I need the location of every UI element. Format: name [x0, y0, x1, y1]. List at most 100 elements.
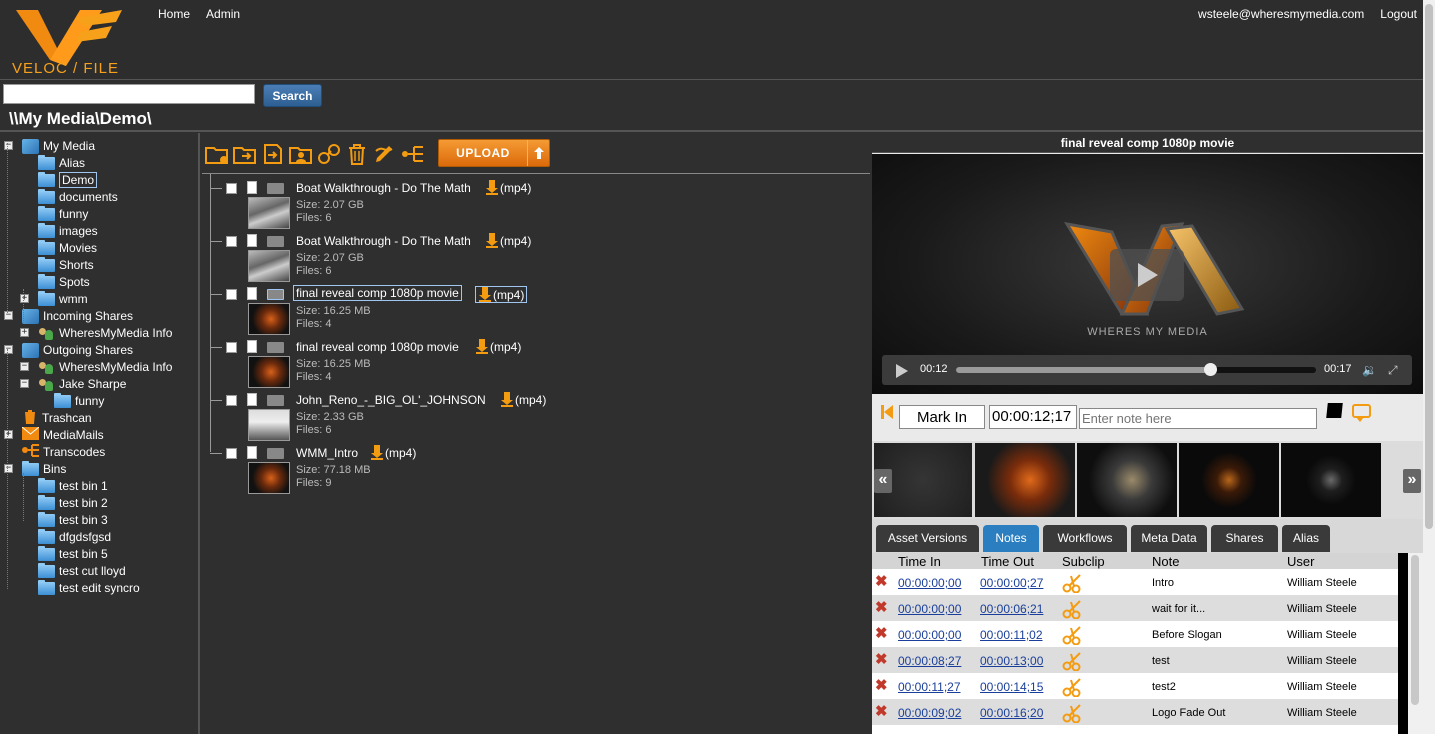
tree-item[interactable]: test cut lloyd [38, 562, 126, 579]
tree-item[interactable]: Demo [38, 171, 98, 188]
tab-workflows[interactable]: Workflows [1043, 525, 1127, 552]
tree-item[interactable]: test bin 3 [38, 511, 108, 528]
tree-item[interactable]: Outgoing Shares [22, 342, 133, 358]
tree-item[interactable]: Alias [38, 154, 85, 171]
file-item[interactable]: final reveal comp 1080p movie (mp4) Size: … [210, 337, 850, 390]
search-button[interactable]: Search [263, 84, 322, 107]
filmstrip-frame[interactable] [975, 443, 1075, 517]
file-name[interactable]: Boat Walkthrough - Do The Math [296, 181, 471, 195]
user-folder-icon[interactable] [289, 141, 313, 167]
delete-note-icon[interactable]: ✖ [875, 574, 889, 589]
time-in-link[interactable]: 00:00:00;00 [898, 576, 961, 590]
rename-icon[interactable] [373, 141, 397, 167]
tree-item[interactable]: Incoming Shares [22, 308, 133, 324]
tab-alias[interactable]: Alias [1282, 525, 1330, 552]
tree-item[interactable]: MediaMails [21, 426, 104, 443]
download-link[interactable]: (mp4) [485, 180, 531, 195]
file-checkbox[interactable] [226, 289, 237, 300]
tree-expander-icon[interactable]: + [20, 328, 29, 337]
seek-handle[interactable] [1204, 363, 1218, 376]
fullscreen-icon[interactable]: ⤢ [1388, 363, 1401, 377]
file-item[interactable]: Boat Walkthrough - Do The Math (mp4) Size:… [210, 178, 850, 231]
time-out-link[interactable]: 00:00:14;15 [980, 680, 1043, 694]
logout-link[interactable]: Logout [1380, 7, 1417, 21]
tree-item[interactable]: My Media [22, 138, 95, 154]
tree-item[interactable]: WheresMyMedia Info [38, 359, 172, 375]
envelope-icon[interactable] [267, 342, 284, 353]
nav-home-link[interactable]: Home [158, 7, 190, 21]
file-name[interactable]: John_Reno_-_BIG_OL'_JOHNSON [296, 393, 486, 407]
scissors-icon[interactable] [1062, 573, 1084, 593]
workflow-icon[interactable] [401, 141, 425, 167]
nav-admin-link[interactable]: Admin [206, 7, 240, 21]
tree-item[interactable]: test bin 2 [38, 494, 108, 511]
tree-item[interactable]: Bins [22, 460, 66, 477]
time-in-link[interactable]: 00:00:09;02 [898, 706, 961, 720]
tree-item[interactable]: Spots [38, 273, 90, 290]
copy-folder-icon[interactable] [233, 141, 257, 167]
time-out-link[interactable]: 00:00:13;00 [980, 654, 1043, 668]
envelope-icon[interactable] [267, 448, 284, 459]
page-scroll-thumb[interactable] [1425, 4, 1433, 529]
scissors-icon[interactable] [1062, 703, 1084, 723]
upload-button[interactable]: UPLOAD [438, 139, 550, 167]
tree-expander-icon[interactable]: + [20, 294, 29, 303]
scissors-icon[interactable] [1062, 599, 1084, 619]
file-checkbox[interactable] [226, 448, 237, 459]
file-thumbnail[interactable] [248, 462, 290, 494]
file-checkbox[interactable] [226, 342, 237, 353]
tree-expander-icon[interactable]: − [4, 464, 13, 473]
filmstrip-frame[interactable] [1179, 443, 1279, 517]
time-in-link[interactable]: 00:00:11;27 [898, 680, 961, 694]
tab-asset-versions[interactable]: Asset Versions [876, 525, 979, 552]
file-item[interactable]: final reveal comp 1080p movie (mp4) Size: … [210, 284, 850, 337]
page-scrollbar[interactable] [1423, 0, 1435, 734]
tab-shares[interactable]: Shares [1211, 525, 1278, 552]
file-thumbnail[interactable] [248, 197, 290, 229]
time-out-link[interactable]: 00:00:00;27 [980, 576, 1043, 590]
download-link[interactable]: (mp4) [475, 339, 521, 354]
tree-item[interactable]: Shorts [38, 256, 94, 273]
mark-in-icon[interactable] [881, 405, 893, 419]
envelope-icon[interactable] [267, 183, 284, 194]
delete-note-icon[interactable]: ✖ [875, 704, 889, 719]
search-input[interactable] [3, 84, 255, 104]
user-email-link[interactable]: wsteele@wheresmymedia.com [1198, 7, 1364, 21]
file-checkbox[interactable] [226, 395, 237, 406]
tree-item[interactable]: Jake Sharpe [38, 376, 126, 392]
video-player[interactable]: WHERES MY MEDIA 00:12 00:17 🔉 ⤢ [872, 154, 1423, 394]
file-thumbnail[interactable] [248, 303, 290, 335]
seek-bar[interactable] [956, 363, 1316, 376]
filmstrip-next-icon[interactable]: » [1403, 469, 1421, 493]
tree-expander-icon[interactable]: − [20, 379, 29, 388]
filmstrip-frame[interactable] [1077, 443, 1177, 517]
tree-item[interactable]: Movies [38, 239, 97, 256]
time-in-link[interactable]: 00:00:00;00 [898, 628, 961, 642]
file-item[interactable]: WMM_Intro (mp4) Size: 77.18 MB Files: 9 [210, 443, 850, 496]
tree-expander-icon[interactable]: − [4, 345, 13, 354]
file-checkbox[interactable] [226, 183, 237, 194]
envelope-icon[interactable] [267, 395, 284, 406]
download-link[interactable]: (mp4) [475, 286, 528, 303]
tree-item[interactable]: test bin 5 [38, 545, 108, 562]
delete-note-icon[interactable]: ✖ [875, 652, 889, 667]
play-icon[interactable] [896, 364, 908, 378]
delete-note-icon[interactable]: ✖ [875, 600, 889, 615]
sticky-note-icon[interactable] [1326, 403, 1343, 418]
time-out-link[interactable]: 00:00:16;20 [980, 706, 1043, 720]
timecode-field[interactable]: 00:00:12;17 [989, 405, 1077, 429]
scissors-icon[interactable] [1062, 677, 1084, 697]
download-link[interactable]: (mp4) [500, 392, 546, 407]
link-icon[interactable] [317, 141, 341, 167]
file-name[interactable]: final reveal comp 1080p movie [293, 285, 462, 301]
tab-meta-data[interactable]: Meta Data [1131, 525, 1207, 552]
file-name[interactable]: WMM_Intro [296, 446, 358, 460]
filmstrip-prev-button[interactable]: « [874, 469, 892, 493]
volume-icon[interactable]: 🔉 [1362, 363, 1378, 377]
note-input[interactable] [1079, 408, 1317, 429]
tree-item[interactable]: Transcodes [22, 444, 105, 460]
envelope-icon[interactable] [267, 236, 284, 247]
envelope-icon[interactable] [267, 289, 284, 300]
tree-item[interactable]: wmm [38, 290, 88, 307]
time-out-link[interactable]: 00:00:11;02 [980, 628, 1043, 642]
